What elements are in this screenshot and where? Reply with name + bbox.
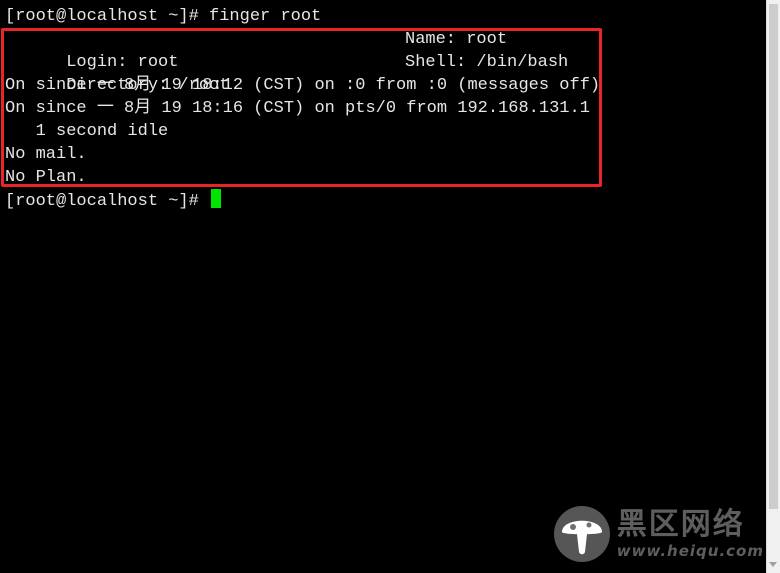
shell-field: Shell: /bin/bash bbox=[405, 53, 569, 72]
idle-line: 1 second idle bbox=[5, 122, 169, 141]
login-line: Login: root Name: root bbox=[5, 28, 766, 72]
mushroom-logo-icon bbox=[553, 506, 610, 562]
command-line: [root@localhost ~]# finger root bbox=[5, 7, 322, 26]
watermark: 黑区网络 www.heiqu.com bbox=[553, 505, 764, 563]
name-field: Name: root bbox=[405, 30, 508, 49]
current-prompt-line[interactable]: [root@localhost ~]# bbox=[5, 189, 766, 212]
watermark-url: www.heiqu.com bbox=[616, 542, 764, 560]
vertical-scrollbar[interactable] bbox=[766, 0, 780, 573]
scroll-down-arrow-icon[interactable] bbox=[769, 562, 777, 567]
prompt-text: [root@localhost ~]# bbox=[5, 192, 210, 211]
watermark-brand-name: 黑区网络 bbox=[616, 507, 745, 542]
scrollbar-thumb[interactable] bbox=[769, 4, 778, 509]
directory-line: Directory: /root Shell: /bin/bash bbox=[5, 51, 766, 95]
plan-line: No Plan. bbox=[5, 168, 87, 187]
text-cursor bbox=[211, 189, 222, 208]
terminal-output[interactable]: [root@localhost ~]# finger root Login: r… bbox=[5, 5, 766, 212]
session-line-1: On since 一 8月 19 18:12 (CST) on :0 from … bbox=[5, 76, 601, 95]
mail-line: No mail. bbox=[5, 145, 87, 164]
terminal-window[interactable]: [root@localhost ~]# finger root Login: r… bbox=[0, 0, 780, 573]
session-line-2: On since 一 8月 19 18:16 (CST) on pts/0 fr… bbox=[5, 99, 590, 118]
